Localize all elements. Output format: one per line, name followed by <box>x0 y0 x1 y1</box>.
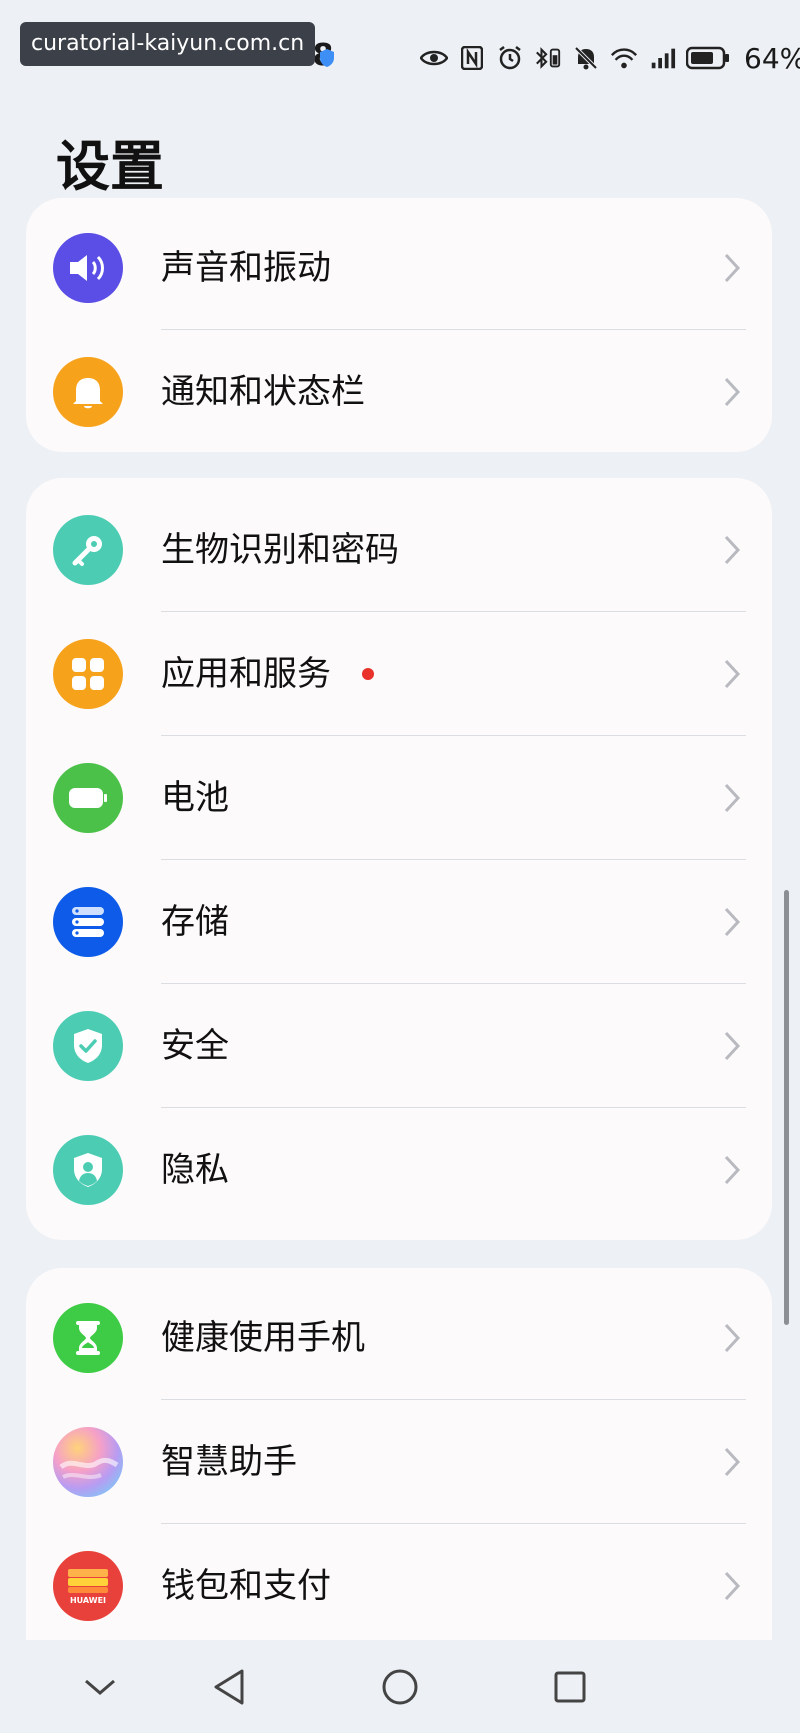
settings-item-label: 钱包和支付 <box>161 1566 331 1606</box>
battery-percentage: 64% <box>744 41 800 75</box>
chevron-right-icon <box>724 907 741 937</box>
settings-group-1: 声音和振动 通知和状态栏 <box>26 198 772 452</box>
security-shield-icon <box>53 1011 123 1081</box>
chevron-right-icon <box>724 1031 741 1061</box>
chevron-right-icon <box>724 377 741 407</box>
chevron-right-icon <box>724 659 741 689</box>
status-bar: 10:18 curatorial-kaiyun.com.cn 64% <box>0 0 800 110</box>
notification-badge <box>362 668 374 680</box>
navigation-bar <box>0 1640 800 1733</box>
settings-item-sound[interactable]: 声音和振动 <box>26 206 772 330</box>
storage-icon <box>53 887 123 957</box>
nfc-icon <box>458 44 486 72</box>
assistant-icon <box>53 1427 123 1497</box>
chevron-right-icon <box>724 783 741 813</box>
battery-status-icon <box>686 44 730 72</box>
shield-icon <box>320 49 334 67</box>
collapse-button[interactable] <box>75 1662 125 1712</box>
hourglass-icon <box>53 1303 123 1373</box>
privacy-shield-icon <box>53 1135 123 1205</box>
status-icons: 64% <box>420 40 800 76</box>
scrollbar[interactable] <box>784 890 789 1325</box>
chevron-right-icon <box>724 1571 741 1601</box>
settings-item-label: 安全 <box>161 1026 229 1066</box>
settings-item-digital-balance[interactable]: 健康使用手机 <box>26 1276 772 1400</box>
eye-icon <box>420 44 448 72</box>
recents-button[interactable] <box>545 1662 595 1712</box>
settings-item-label: 隐私 <box>161 1150 229 1190</box>
settings-item-notifications[interactable]: 通知和状态栏 <box>26 330 772 452</box>
settings-item-privacy[interactable]: 隐私 <box>26 1108 772 1232</box>
recents-square-icon <box>554 1671 586 1703</box>
settings-item-label: 声音和振动 <box>161 248 331 288</box>
settings-item-label: 通知和状态栏 <box>161 372 365 412</box>
settings-item-apps[interactable]: 应用和服务 <box>26 612 772 736</box>
mute-bell-icon <box>572 44 600 72</box>
bluetooth-battery-icon <box>534 44 562 72</box>
settings-item-label: 生物识别和密码 <box>161 530 399 570</box>
chevron-right-icon <box>724 535 741 565</box>
settings-item-wallet[interactable]: HUAWEI 钱包和支付 <box>26 1524 772 1648</box>
chevron-right-icon <box>724 1447 741 1477</box>
wifi-6-icon <box>610 44 638 72</box>
chevron-down-icon <box>85 1679 115 1695</box>
settings-item-label: 健康使用手机 <box>161 1318 365 1358</box>
settings-item-label: 应用和服务 <box>161 654 331 694</box>
alarm-icon <box>496 44 524 72</box>
speaker-icon <box>53 233 123 303</box>
settings-item-security[interactable]: 安全 <box>26 984 772 1108</box>
apps-grid-icon <box>53 639 123 709</box>
chevron-right-icon <box>724 1155 741 1185</box>
settings-item-assistant[interactable]: 智慧助手 <box>26 1400 772 1524</box>
settings-item-label: 智慧助手 <box>161 1442 297 1482</box>
settings-item-battery[interactable]: 电池 <box>26 736 772 860</box>
wallet-icon: HUAWEI <box>53 1551 123 1621</box>
back-button[interactable] <box>204 1662 254 1712</box>
battery-icon <box>53 763 123 833</box>
watermark-label: curatorial-kaiyun.com.cn <box>20 22 316 66</box>
chevron-right-icon <box>724 253 741 283</box>
settings-group-2: 生物识别和密码 应用和服务 电池 存储 安全 隐私 <box>26 478 772 1240</box>
key-icon <box>53 515 123 585</box>
settings-item-biometrics[interactable]: 生物识别和密码 <box>26 488 772 612</box>
settings-item-label: 存储 <box>161 902 229 942</box>
settings-item-label: 电池 <box>161 778 229 818</box>
home-button[interactable] <box>375 1662 425 1712</box>
signal-4g-icon <box>648 44 676 72</box>
chevron-right-icon <box>724 1323 741 1353</box>
settings-item-storage[interactable]: 存储 <box>26 860 772 984</box>
home-circle-icon <box>382 1669 418 1705</box>
wallet-icon-text: HUAWEI <box>69 1595 107 1605</box>
page-title: 设置 <box>56 135 164 198</box>
settings-group-3: 健康使用手机 智慧助手 HUAWEI 钱包和支付 <box>26 1268 772 1668</box>
back-triangle-icon <box>214 1669 244 1705</box>
bell-icon <box>53 357 123 427</box>
